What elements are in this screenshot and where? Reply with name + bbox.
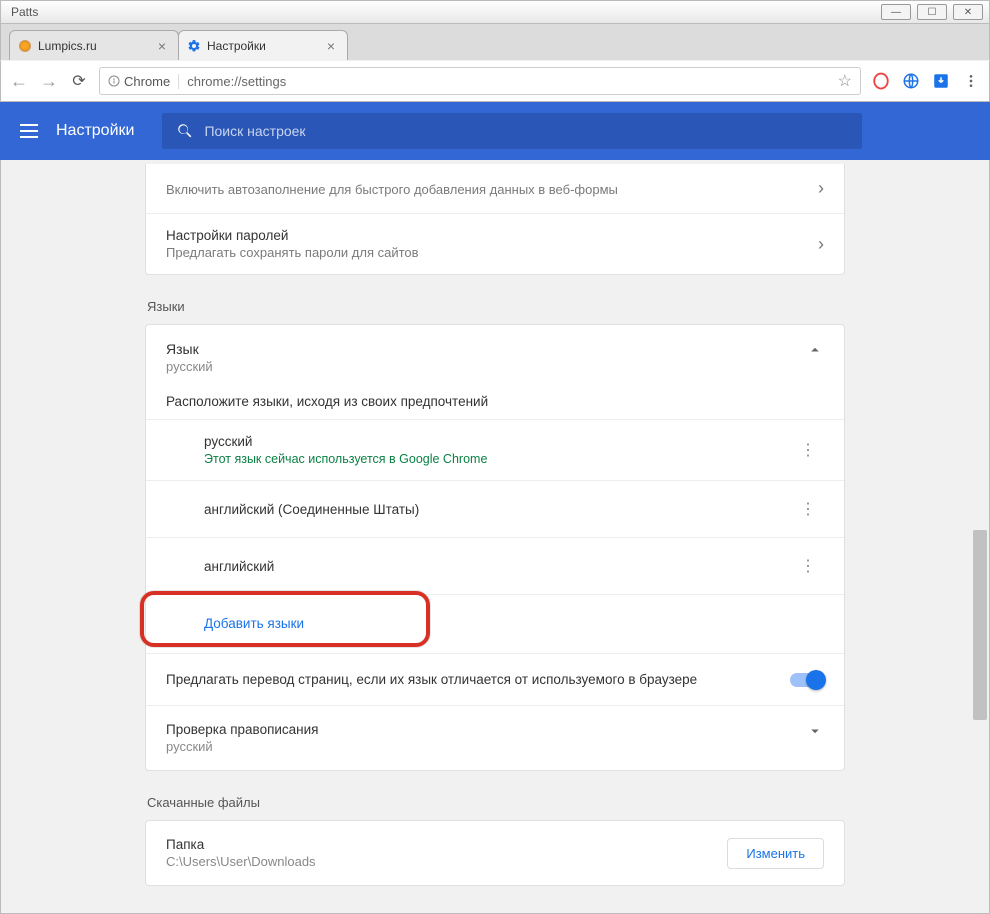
reload-button[interactable]: ⟳	[69, 71, 89, 91]
tab-label: Настройки	[207, 39, 266, 53]
page-title: Настройки	[56, 122, 134, 140]
address-bar[interactable]: Chrome chrome://settings ☆	[99, 67, 861, 95]
url-text: chrome://settings	[187, 74, 286, 89]
autofill-row[interactable]: Включить автозаполнение для быстрого доб…	[146, 164, 844, 213]
bookmark-star-icon[interactable]: ☆	[838, 71, 852, 91]
close-tab-icon[interactable]: ×	[323, 38, 339, 54]
language-item-english-us: английский (Соединенные Штаты) ⋮	[146, 480, 844, 537]
globe-icon[interactable]	[901, 71, 921, 91]
close-window-button[interactable]: ✕	[953, 4, 983, 20]
spellcheck-subtitle: русский	[166, 739, 319, 754]
chevron-right-icon: ›	[818, 234, 824, 255]
tab-label: Lumpics.ru	[38, 39, 97, 53]
language-instruction: Расположите языки, исходя из своих предп…	[146, 388, 844, 419]
gear-icon	[187, 39, 201, 53]
minimize-button[interactable]: —	[881, 4, 911, 20]
spellcheck-title: Проверка правописания	[166, 722, 319, 737]
settings-content: Включить автозаполнение для быстрого доб…	[0, 160, 990, 914]
more-options-icon[interactable]: ⋮	[792, 495, 824, 523]
close-tab-icon[interactable]: ×	[154, 38, 170, 54]
spellcheck-row[interactable]: Проверка правописания русский	[146, 705, 844, 770]
passwords-row[interactable]: Настройки паролей Предлагать сохранять п…	[146, 213, 844, 274]
language-subtitle: русский	[166, 359, 213, 374]
chevron-down-icon	[806, 722, 824, 754]
menu-icon[interactable]	[20, 124, 38, 138]
add-language-row: Добавить языки	[146, 594, 844, 653]
section-downloads-label: Скачанные файлы	[147, 795, 845, 810]
forward-button[interactable]: →	[39, 71, 59, 92]
browser-tabs: Lumpics.ru × Настройки ×	[0, 24, 990, 60]
change-folder-button[interactable]: Изменить	[727, 838, 824, 869]
chevron-right-icon: ›	[818, 178, 824, 199]
settings-header: Настройки	[0, 102, 990, 160]
language-item-russian: русский Этот язык сейчас используется в …	[146, 419, 844, 480]
passwords-subtitle: Предлагать сохранять пароли для сайтов	[166, 245, 419, 260]
tab-settings[interactable]: Настройки ×	[178, 30, 348, 60]
more-options-icon[interactable]: ⋮	[792, 436, 824, 464]
lumpics-icon	[18, 39, 32, 53]
language-name: русский	[204, 434, 487, 449]
scrollbar-thumb[interactable]	[973, 530, 987, 720]
translate-toggle[interactable]	[790, 673, 824, 687]
settings-search[interactable]	[162, 113, 862, 149]
download-icon[interactable]	[931, 71, 951, 91]
maximize-button[interactable]: ☐	[917, 4, 947, 20]
language-title: Язык	[166, 341, 213, 357]
app-name: Patts	[11, 5, 38, 19]
section-languages-label: Языки	[147, 299, 845, 314]
language-name: английский	[204, 559, 274, 574]
language-name: английский (Соединенные Штаты)	[204, 502, 419, 517]
folder-path: C:\Users\User\Downloads	[166, 854, 316, 869]
translate-label: Предлагать перевод страниц, если их язык…	[166, 672, 697, 687]
tab-lumpics[interactable]: Lumpics.ru ×	[9, 30, 179, 60]
drag-handle-icon[interactable]: ⋮	[792, 552, 824, 580]
downloads-folder-row: Папка C:\Users\User\Downloads Изменить	[146, 821, 844, 885]
autofill-card: Включить автозаполнение для быстрого доб…	[145, 164, 845, 275]
autofill-subtitle: Включить автозаполнение для быстрого доб…	[166, 182, 618, 197]
language-header-row[interactable]: Язык русский	[146, 325, 844, 388]
add-languages-link[interactable]: Добавить языки	[204, 616, 304, 631]
language-status: Этот язык сейчас используется в Google C…	[204, 452, 487, 466]
search-input[interactable]	[204, 123, 848, 139]
languages-card: Язык русский Расположите языки, исходя и…	[145, 324, 845, 771]
browser-menu-icon[interactable]	[961, 71, 981, 91]
chevron-up-icon[interactable]	[806, 341, 824, 374]
opera-icon[interactable]	[871, 71, 891, 91]
back-button[interactable]: ←	[9, 71, 29, 92]
downloads-card: Папка C:\Users\User\Downloads Изменить	[145, 820, 845, 886]
site-info[interactable]: Chrome	[108, 74, 179, 89]
search-icon	[176, 122, 194, 140]
browser-toolbar: ← → ⟳ Chrome chrome://settings ☆	[0, 60, 990, 102]
language-item-english: английский ⋮	[146, 537, 844, 594]
window-titlebar: Patts — ☐ ✕	[0, 0, 990, 24]
translate-toggle-row: Предлагать перевод страниц, если их язык…	[146, 653, 844, 705]
passwords-title: Настройки паролей	[166, 228, 419, 243]
folder-label: Папка	[166, 837, 316, 852]
